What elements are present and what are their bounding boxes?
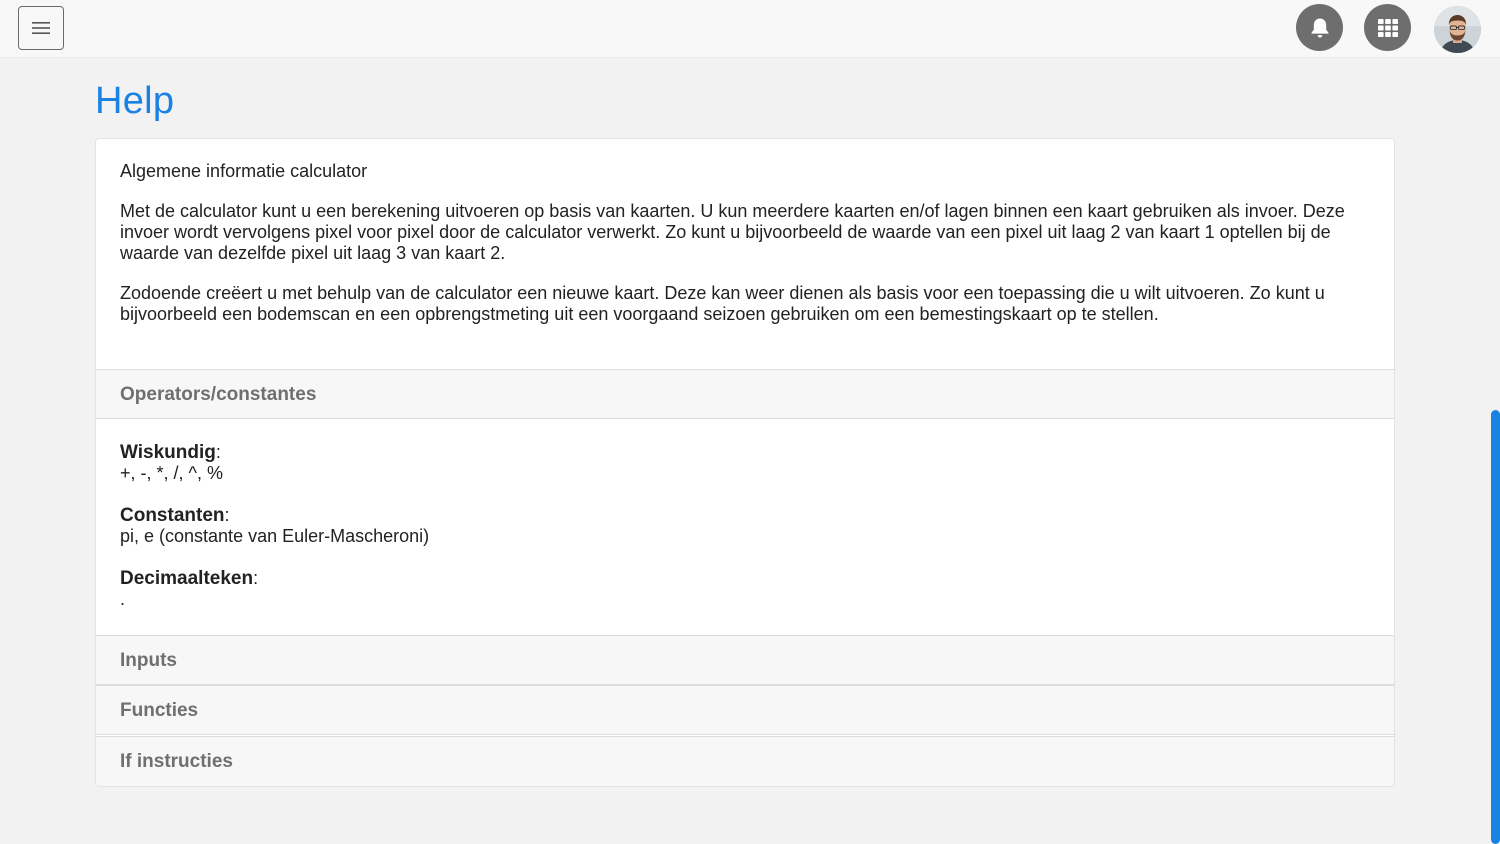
- grid-icon: [1377, 18, 1398, 37]
- accordion-inputs-title: Inputs: [120, 650, 177, 671]
- intro-heading: Algemene informatie calculator: [120, 161, 368, 181]
- page-title: Help: [95, 80, 175, 122]
- accordion-functions-title: Functies: [120, 700, 199, 721]
- intro-section: Algemene informatie calculator Met de ca…: [120, 161, 1370, 344]
- accordion-inputs-header[interactable]: Inputs: [96, 635, 1394, 685]
- bell-icon: [1311, 18, 1328, 38]
- intro-paragraph-1: Met de calculator kunt u een berekening …: [120, 201, 1345, 263]
- scrollbar-thumb[interactable]: [1491, 410, 1500, 844]
- constants-label: Constanten: [120, 505, 225, 526]
- math-operators-value: +, -, *, /, ^, %: [120, 463, 223, 483]
- help-card: Algemene informatie calculator Met de ca…: [95, 138, 1395, 787]
- constants-value: pi, e (constante van Euler-Mascheroni): [120, 526, 430, 546]
- user-avatar-icon: [1434, 6, 1481, 53]
- intro-paragraph-2: Zodoende creëert u met behulp van de cal…: [120, 283, 1325, 324]
- notifications-button[interactable]: [1296, 4, 1343, 51]
- menu-button[interactable]: [18, 6, 64, 50]
- label-colon: :: [253, 568, 259, 588]
- accordion-if-instructions-title: If instructies: [120, 751, 233, 772]
- accordion-if-instructions-header[interactable]: If instructies: [96, 736, 1394, 786]
- math-operators-label: Wiskundig: [120, 442, 216, 463]
- label-colon: :: [215, 442, 221, 462]
- user-avatar[interactable]: [1434, 6, 1481, 53]
- apps-button[interactable]: [1364, 4, 1411, 51]
- constants-group: Constanten: pi, e (constante van Euler-M…: [120, 505, 1370, 547]
- decimal-separator-label: Decimaalteken: [120, 568, 254, 589]
- decimal-separator-group: Decimaalteken: .: [120, 568, 1370, 610]
- accordion-functions-header[interactable]: Functies: [96, 685, 1394, 735]
- accordion-operators-title: Operators/constantes: [120, 384, 317, 405]
- math-operators-group: Wiskundig: +, -, *, /, ^, %: [120, 442, 1370, 484]
- decimal-separator-value: .: [120, 589, 126, 609]
- top-navbar: [0, 0, 1500, 58]
- hamburger-icon: [32, 22, 50, 34]
- accordion-operators-header[interactable]: Operators/constantes: [96, 369, 1394, 419]
- label-colon: :: [224, 505, 230, 525]
- accordion-operators-body: Wiskundig: +, -, *, /, ^, % Constanten: …: [120, 442, 1370, 631]
